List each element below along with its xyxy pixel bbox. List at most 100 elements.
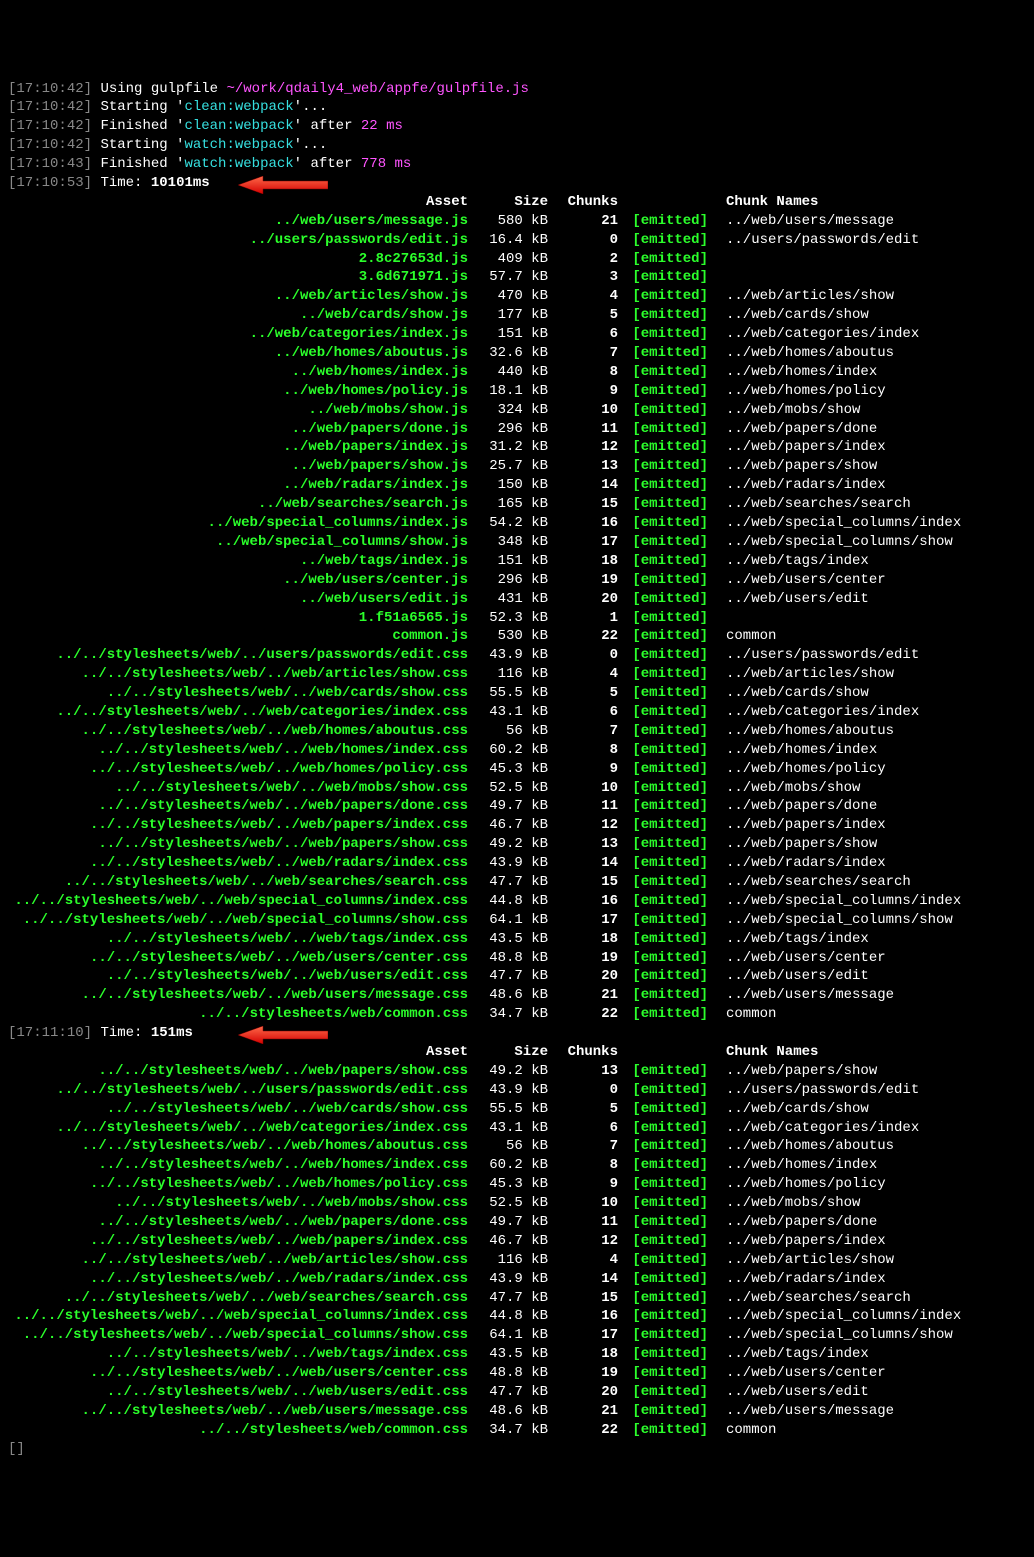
asset-row: ../../stylesheets/web/../web/users/edit.… xyxy=(8,1383,1034,1402)
asset-emitted: [emitted] xyxy=(618,590,708,609)
asset-row: ../../stylesheets/web/../web/papers/done… xyxy=(8,1213,1034,1232)
asset-chunk-name: ../web/users/center xyxy=(708,571,886,590)
asset-size: 54.2 kB xyxy=(468,514,548,533)
asset-chunk-name: ../web/mobs/show xyxy=(708,401,860,420)
asset-emitted: [emitted] xyxy=(618,609,708,628)
asset-chunk: 17 xyxy=(548,533,618,552)
asset-emitted: [emitted] xyxy=(618,306,708,325)
asset-size: 44.8 kB xyxy=(468,1307,548,1326)
asset-emitted: [emitted] xyxy=(618,1232,708,1251)
asset-chunk-name: ../web/mobs/show xyxy=(708,1194,860,1213)
asset-chunk-name: ../web/users/message xyxy=(708,986,894,1005)
asset-chunk: 4 xyxy=(548,287,618,306)
build-time-line: [17:10:53] Time: 10101ms xyxy=(8,174,1034,193)
asset-chunk: 14 xyxy=(548,854,618,873)
asset-chunk: 2 xyxy=(548,250,618,269)
asset-size: 52.5 kB xyxy=(468,779,548,798)
asset-chunk: 15 xyxy=(548,1289,618,1308)
asset-emitted: [emitted] xyxy=(618,1326,708,1345)
asset-size: 409 kB xyxy=(468,250,548,269)
asset-name: ../users/passwords/edit.js xyxy=(8,231,468,250)
asset-name: common.js xyxy=(8,627,468,646)
asset-name: ../../stylesheets/web/../web/radars/inde… xyxy=(8,1270,468,1289)
asset-emitted: [emitted] xyxy=(618,627,708,646)
asset-emitted: [emitted] xyxy=(618,665,708,684)
asset-emitted: [emitted] xyxy=(618,1194,708,1213)
asset-emitted: [emitted] xyxy=(618,287,708,306)
asset-chunk: 10 xyxy=(548,1194,618,1213)
asset-chunk: 16 xyxy=(548,892,618,911)
asset-name: ../../stylesheets/web/../web/categories/… xyxy=(8,703,468,722)
asset-chunk-name: ../web/special_columns/index xyxy=(708,1307,961,1326)
asset-chunk: 0 xyxy=(548,231,618,250)
asset-chunk-name: ../web/homes/aboutus xyxy=(708,722,894,741)
asset-emitted: [emitted] xyxy=(618,1081,708,1100)
asset-name: ../../stylesheets/web/../web/homes/polic… xyxy=(8,1175,468,1194)
asset-chunk-name: ../web/users/message xyxy=(708,212,894,231)
asset-size: 116 kB xyxy=(468,665,548,684)
asset-row: ../../stylesheets/web/../web/special_col… xyxy=(8,1326,1034,1345)
terminal-output[interactable]: [17:10:42] Using gulpfile ~/work/qdaily4… xyxy=(8,80,1034,1459)
asset-row: ../../stylesheets/web/../web/users/messa… xyxy=(8,986,1034,1005)
asset-chunk-name: common xyxy=(708,1421,776,1440)
asset-name: ../../stylesheets/web/../web/articles/sh… xyxy=(8,665,468,684)
asset-chunk-name: ../web/papers/show xyxy=(708,835,877,854)
asset-row: ../../stylesheets/web/../web/articles/sh… xyxy=(8,665,1034,684)
asset-row: ../../stylesheets/web/../web/special_col… xyxy=(8,911,1034,930)
asset-chunk: 19 xyxy=(548,1364,618,1383)
asset-row: ../../stylesheets/web/../web/users/edit.… xyxy=(8,967,1034,986)
asset-row: ../../stylesheets/web/../web/papers/inde… xyxy=(8,1232,1034,1251)
log-line: [17:10:43] Finished 'watch:webpack' afte… xyxy=(8,155,1034,174)
asset-chunk: 10 xyxy=(548,401,618,420)
asset-chunk: 10 xyxy=(548,779,618,798)
asset-chunk: 12 xyxy=(548,1232,618,1251)
asset-size: 43.1 kB xyxy=(468,1119,548,1138)
asset-row: ../../stylesheets/web/../web/users/cente… xyxy=(8,1364,1034,1383)
asset-row: ../../stylesheets/web/../web/special_col… xyxy=(8,892,1034,911)
asset-size: 25.7 kB xyxy=(468,457,548,476)
asset-size: 52.3 kB xyxy=(468,609,548,628)
asset-emitted: [emitted] xyxy=(618,703,708,722)
asset-size: 348 kB xyxy=(468,533,548,552)
asset-name: ../web/radars/index.js xyxy=(8,476,468,495)
asset-chunk-name: ../web/articles/show xyxy=(708,665,894,684)
asset-chunk: 13 xyxy=(548,1062,618,1081)
asset-size: 47.7 kB xyxy=(468,1383,548,1402)
asset-chunk-name: ../web/articles/show xyxy=(708,1251,894,1270)
asset-size: 43.9 kB xyxy=(468,1081,548,1100)
asset-chunk-name: ../web/radars/index xyxy=(708,1270,886,1289)
asset-emitted: [emitted] xyxy=(618,1251,708,1270)
asset-row: ../../stylesheets/web/../web/papers/done… xyxy=(8,797,1034,816)
asset-row: ../../stylesheets/web/../web/mobs/show.c… xyxy=(8,779,1034,798)
asset-chunk: 22 xyxy=(548,627,618,646)
asset-emitted: [emitted] xyxy=(618,420,708,439)
asset-row: ../web/special_columns/index.js54.2 kB16… xyxy=(8,514,1034,533)
asset-chunk: 0 xyxy=(548,1081,618,1100)
asset-chunk: 0 xyxy=(548,646,618,665)
asset-chunk: 21 xyxy=(548,212,618,231)
asset-chunk-name: ../web/categories/index xyxy=(708,703,919,722)
asset-size: 49.7 kB xyxy=(468,1213,548,1232)
asset-name: ../web/users/message.js xyxy=(8,212,468,231)
asset-row: 2.8c27653d.js409 kB2[emitted] xyxy=(8,250,1034,269)
asset-size: 48.8 kB xyxy=(468,949,548,968)
asset-chunk-name: ../web/searches/search xyxy=(708,873,911,892)
asset-size: 43.9 kB xyxy=(468,1270,548,1289)
asset-emitted: [emitted] xyxy=(618,495,708,514)
asset-size: 43.9 kB xyxy=(468,646,548,665)
asset-chunk: 1 xyxy=(548,609,618,628)
asset-size: 49.2 kB xyxy=(468,835,548,854)
asset-chunk-name: ../web/papers/index xyxy=(708,438,886,457)
asset-chunk-name: ../web/categories/index xyxy=(708,325,919,344)
asset-chunk: 22 xyxy=(548,1005,618,1024)
asset-emitted: [emitted] xyxy=(618,741,708,760)
asset-chunk-name: ../web/special_columns/show xyxy=(708,1326,953,1345)
asset-emitted: [emitted] xyxy=(618,892,708,911)
asset-chunk: 13 xyxy=(548,835,618,854)
asset-size: 151 kB xyxy=(468,552,548,571)
asset-chunk: 16 xyxy=(548,514,618,533)
asset-chunk: 9 xyxy=(548,1175,618,1194)
asset-name: 3.6d671971.js xyxy=(8,268,468,287)
asset-chunk-name: ../web/homes/index xyxy=(708,363,877,382)
asset-size: 45.3 kB xyxy=(468,1175,548,1194)
